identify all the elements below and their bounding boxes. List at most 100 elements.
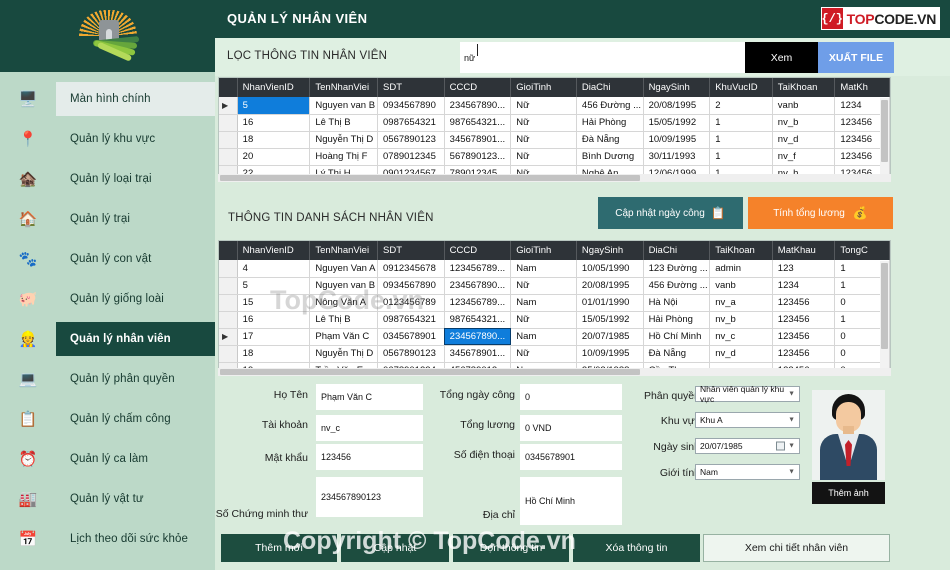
sidebar-item-2[interactable]: 🏚️ Quản lý loại trại — [0, 162, 215, 196]
update-workdays-button[interactable]: Cập nhật ngày công 📋 — [598, 197, 743, 229]
sidebar-item-8[interactable]: 📋 Quản lý chấm công — [0, 402, 215, 436]
add-photo-button[interactable]: Thêm ảnh — [812, 482, 885, 504]
table-cell[interactable]: Nguyễn Thị D — [309, 131, 379, 149]
table-cell[interactable]: 18 — [237, 345, 311, 363]
table-cell[interactable]: Nguyễn Thị D — [309, 345, 379, 363]
table-row[interactable]: 5 Nguyen van B 0934567890 234567890... Nữ 20/… — [219, 277, 890, 295]
ngaysinh-datepicker[interactable]: 20/07/1985 ▼ — [695, 438, 800, 454]
column-header[interactable]: DiaChi — [576, 78, 644, 97]
table-row[interactable]: 16 Lê Thị B 0987654321 987654321... Nữ Hải Ph… — [219, 114, 890, 132]
table-cell[interactable]: 10/05/1990 — [576, 260, 644, 278]
table-cell[interactable]: 20 — [237, 148, 311, 166]
action-button-2[interactable]: Dọn thông tin — [453, 534, 569, 562]
khuvuc-select[interactable]: Khu A ▼ — [695, 412, 800, 428]
table-cell[interactable]: 16 — [237, 311, 311, 329]
filtered-employee-grid[interactable]: NhanVienID TenNhanViei SDT CCCD GioiTinh DiaC… — [218, 77, 891, 182]
grid-vertical-scrollbar[interactable] — [880, 261, 889, 371]
table-cell[interactable]: 345678901... — [444, 345, 512, 363]
table-cell[interactable]: Đà Nẵng — [576, 131, 644, 149]
table-cell[interactable]: Hà Nội — [643, 294, 711, 312]
table-cell[interactable]: 1 — [709, 114, 773, 132]
column-header[interactable]: TaiKhoan — [709, 241, 773, 260]
grid-vertical-scrollbar[interactable] — [880, 98, 889, 180]
sidebar-item-12[interactable]: 📅Lịch theo dõi di chuyển trại — [0, 562, 215, 570]
table-cell[interactable]: Nguyen van B — [309, 97, 379, 115]
table-cell[interactable]: Đà Nẵng — [643, 345, 711, 363]
sidebar-item-3[interactable]: 🏠 Quản lý trại — [0, 202, 215, 236]
table-cell[interactable]: 4 — [237, 260, 311, 278]
table-row[interactable]: 18 Nguyễn Thị D 0567890123 345678901... Nữ Đà… — [219, 131, 890, 149]
table-cell[interactable]: 0987654321 — [377, 114, 445, 132]
column-header[interactable]: NgaySinh — [643, 78, 711, 97]
table-cell[interactable]: 123456789... — [444, 260, 512, 278]
sidebar-item-11[interactable]: 📅 Lịch theo dõi sức khỏe — [0, 522, 215, 556]
table-cell[interactable]: 18 — [237, 131, 311, 149]
table-row[interactable]: ▶ 17 Phạm Văn C 0345678901 234567890... Nam 20… — [219, 328, 890, 346]
sidebar-item-4[interactable]: 🐾 Quản lý con vật — [0, 242, 215, 276]
table-cell[interactable]: 234567890... — [444, 277, 512, 295]
table-cell[interactable]: Nữ — [510, 114, 577, 132]
column-header[interactable]: NgaySinh — [576, 241, 644, 260]
table-cell[interactable]: Hải Phòng — [643, 311, 711, 329]
table-cell[interactable]: 123 — [772, 260, 836, 278]
table-cell[interactable]: 10/09/1995 — [643, 131, 711, 149]
table-cell[interactable]: Lê Thị B — [309, 114, 379, 132]
table-cell[interactable]: 5 — [237, 277, 311, 295]
table-cell[interactable]: 0934567890 — [377, 97, 445, 115]
row-selector[interactable]: ▶ — [219, 97, 238, 115]
column-header[interactable]: TaiKhoan — [772, 78, 836, 97]
table-cell[interactable]: 456 Đường ... — [576, 97, 644, 115]
table-cell[interactable]: nv_d — [772, 131, 836, 149]
table-cell[interactable]: 123456 — [772, 311, 836, 329]
table-cell[interactable]: 17 — [237, 328, 311, 346]
table-cell[interactable]: 0345678901 — [377, 328, 445, 346]
table-cell[interactable]: 345678901... — [444, 131, 512, 149]
row-selector[interactable]: ▶ — [219, 328, 238, 346]
table-cell[interactable]: 567890123... — [444, 148, 512, 166]
table-cell[interactable]: Nữ — [510, 277, 577, 295]
table-cell[interactable]: 0123456789 — [377, 294, 445, 312]
table-cell[interactable]: nv_c — [709, 328, 773, 346]
table-cell[interactable]: 1234 — [772, 277, 836, 295]
table-cell[interactable]: 0987654321 — [377, 311, 445, 329]
search-input[interactable] — [460, 42, 745, 73]
column-header[interactable]: GioiTinh — [510, 78, 577, 97]
phanquyen-select[interactable]: Nhân viên quản lý khu vực ▼ — [695, 384, 800, 404]
column-header[interactable]: CCCD — [444, 78, 512, 97]
sidebar-item-7[interactable]: 💻 Quản lý phân quyền — [0, 362, 215, 396]
table-cell[interactable]: Lê Thị B — [309, 311, 379, 329]
view-button[interactable]: Xem — [745, 42, 818, 73]
grid-horizontal-scrollbar-bottom[interactable] — [218, 368, 891, 376]
table-cell[interactable]: admin — [709, 260, 773, 278]
column-header[interactable]: SDT — [377, 241, 445, 260]
column-header[interactable]: MatKhau — [772, 241, 836, 260]
table-cell[interactable]: Nữ — [510, 345, 577, 363]
table-cell[interactable]: 16 — [237, 114, 311, 132]
row-selector[interactable] — [219, 345, 238, 363]
table-cell[interactable]: 1 — [709, 148, 773, 166]
table-cell[interactable]: 987654321... — [444, 114, 512, 132]
table-cell[interactable]: 123456789... — [444, 294, 512, 312]
table-cell[interactable]: Nguyen van B — [309, 277, 379, 295]
row-selector[interactable] — [219, 114, 238, 132]
column-header[interactable]: DiaChi — [643, 241, 711, 260]
table-cell[interactable]: 0567890123 — [377, 345, 445, 363]
calculate-salary-button[interactable]: Tính tổng lương 💰 — [748, 197, 893, 229]
sidebar-item-1[interactable]: 📍 Quản lý khu vực — [0, 122, 215, 156]
row-selector[interactable] — [219, 131, 238, 149]
table-cell[interactable]: vanb — [709, 277, 773, 295]
table-row[interactable]: 15 Nông Văn A 0123456789 123456789... Nam 01/… — [219, 294, 890, 312]
sidebar-item-0[interactable]: 🖥️ Màn hình chính — [0, 82, 215, 116]
row-selector[interactable] — [219, 260, 238, 278]
table-cell[interactable]: Nữ — [510, 311, 577, 329]
action-button-4[interactable]: Xem chi tiết nhân viên — [703, 534, 890, 562]
table-row[interactable]: 16 Lê Thị B 0987654321 987654321... Nữ 15/05/… — [219, 311, 890, 329]
table-cell[interactable]: 20/07/1985 — [576, 328, 644, 346]
table-cell[interactable]: 123456 — [772, 345, 836, 363]
table-cell[interactable]: vanb — [772, 97, 836, 115]
table-cell[interactable]: Nữ — [510, 131, 577, 149]
diachi-field[interactable] — [520, 477, 622, 525]
action-button-1[interactable]: Cập nhật — [341, 534, 449, 562]
export-file-button[interactable]: XUẤT FILE — [818, 42, 894, 73]
table-cell[interactable]: Nam — [510, 260, 577, 278]
